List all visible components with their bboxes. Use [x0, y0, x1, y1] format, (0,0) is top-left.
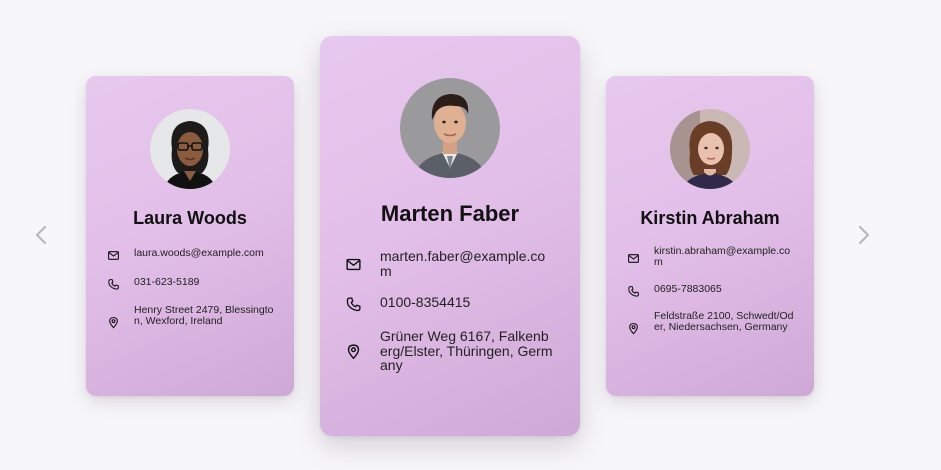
chevron-left-icon [35, 225, 47, 245]
phone-text[interactable]: 031-623-5189 [134, 276, 199, 288]
email-row: kirstin.abraham@example.com [626, 245, 798, 268]
address-text: Grüner Weg 6167, Falkenberg/Elster, Thür… [380, 328, 553, 374]
phone-row: 031-623-5189 [106, 276, 278, 291]
profile-card-marten-faber[interactable]: Marten Faber marten.faber@example.com 01… [320, 36, 580, 436]
phone-text[interactable]: 0100-8354415 [380, 295, 470, 310]
profile-name: Marten Faber [380, 201, 520, 226]
profile-card-kirstin-abraham[interactable]: Kirstin Abraham kirstin.abraham@example.… [606, 76, 814, 396]
phone-text[interactable]: 0695-7883065 [654, 283, 722, 295]
email-row: marten.faber@example.com [344, 249, 554, 278]
address-text: Henry Street 2479, Blessington, Wexford,… [134, 304, 274, 328]
avatar [400, 78, 500, 178]
email-text[interactable]: laura.woods@example.com [134, 247, 264, 259]
avatar [670, 109, 750, 189]
profile-name: Kirstin Abraham [640, 208, 780, 228]
profile-name: Laura Woods [133, 208, 247, 228]
phone-row: 0695-7883065 [626, 283, 798, 298]
phone-icon [626, 284, 640, 298]
phone-row: 0100-8354415 [344, 295, 554, 313]
address-row: Feldstraße 2100, Schwedt/Oder, Niedersac… [626, 310, 798, 335]
phone-icon [344, 295, 362, 313]
mail-icon [626, 251, 640, 265]
location-pin-icon [106, 315, 120, 329]
profile-card-laura-woods[interactable]: Laura Woods laura.woods@example.com 031-… [86, 76, 294, 396]
carousel-prev-button[interactable] [28, 222, 54, 248]
address-row: Henry Street 2479, Blessington, Wexford,… [106, 304, 278, 329]
profile-carousel: Laura Woods laura.woods@example.com 031-… [0, 0, 941, 470]
email-text[interactable]: marten.faber@example.com [380, 249, 554, 279]
carousel-next-button[interactable] [851, 222, 877, 248]
location-pin-icon [626, 321, 640, 335]
phone-icon [106, 277, 120, 291]
address-text: Feldstraße 2100, Schwedt/Oder, Niedersac… [654, 310, 794, 334]
avatar [150, 109, 230, 189]
email-text[interactable]: kirstin.abraham@example.com [654, 245, 798, 268]
address-row: Grüner Weg 6167, Falkenberg/Elster, Thür… [344, 329, 554, 373]
mail-icon [106, 248, 120, 262]
mail-icon [344, 255, 362, 273]
chevron-right-icon [858, 225, 870, 245]
location-pin-icon [344, 342, 362, 360]
email-row: laura.woods@example.com [106, 247, 278, 262]
